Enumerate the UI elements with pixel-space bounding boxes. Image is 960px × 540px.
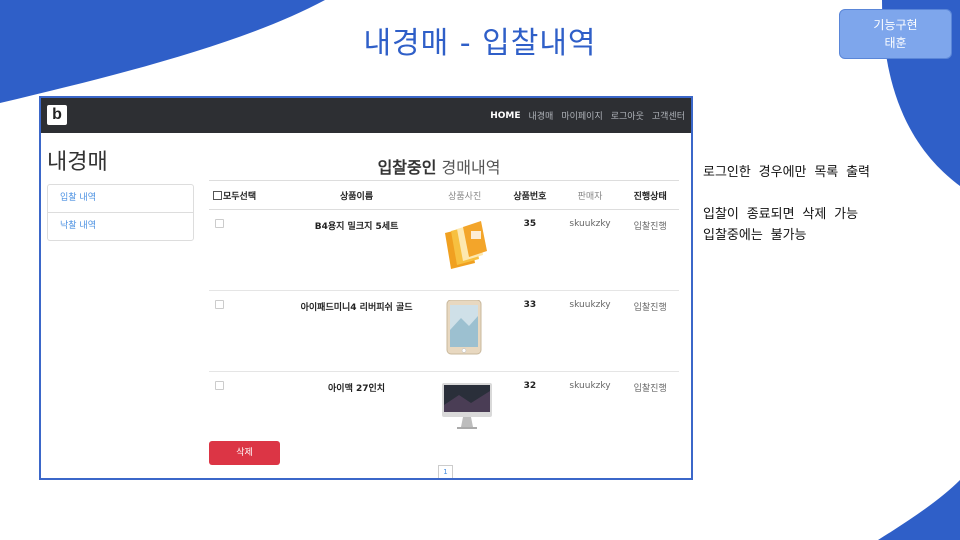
app-screenshot: b HOME 내경매 마이페이지 로그아웃 고객센터 내경매 입찰 내역 낙찰 … <box>39 96 693 480</box>
sidebar-item-won[interactable]: 낙찰 내역 <box>48 213 193 240</box>
table-row: B4용지 밀크지 5세트 35 skuukzky 입찰진행 <box>209 209 679 291</box>
brand-logo[interactable]: b <box>47 105 67 125</box>
status: 입찰진행 <box>621 209 679 291</box>
seller: skuukzky <box>558 209 622 291</box>
col-seller: 판매자 <box>558 180 622 210</box>
note-gap <box>703 183 943 204</box>
nav-customer-center[interactable]: 고객센터 <box>652 109 685 122</box>
ipad-image <box>441 299 489 355</box>
paper-ream-image <box>441 219 489 269</box>
status: 입찰진행 <box>633 384 667 394</box>
col-status: 진행상태 <box>621 180 679 210</box>
nav-my-auction[interactable]: 내경매 <box>529 109 554 122</box>
slide-title: 내경매 - 입찰내역 <box>363 26 597 61</box>
nav-links: HOME 내경매 마이페이지 로그아웃 고객센터 <box>490 98 685 133</box>
row-checkbox[interactable] <box>215 219 224 228</box>
row-checkbox[interactable] <box>215 381 224 390</box>
badge-line-2: 태훈 <box>884 36 907 50</box>
nav-logout[interactable]: 로그아웃 <box>611 109 644 122</box>
navbar: b HOME 내경매 마이페이지 로그아웃 고객센터 <box>41 98 691 133</box>
note-line: 입찰중에는 불가능 <box>703 228 807 243</box>
corner-decoration-bottom-right <box>878 480 960 540</box>
product-name[interactable]: 아이패드미니4 리버피쉬 골드 <box>284 290 429 372</box>
note-line: 입찰이 종료되면 삭제 가능 <box>703 207 859 222</box>
status: 입찰진행 <box>621 290 679 372</box>
page-title: 내경매 <box>47 150 108 175</box>
row-checkbox[interactable] <box>215 300 224 309</box>
nav-home[interactable]: HOME <box>490 111 520 121</box>
heading-strong: 입찰중인 <box>377 158 437 177</box>
badge-line-1: 기능구현 <box>873 18 918 32</box>
heading-light: 경매내역 <box>441 158 501 177</box>
table-row: 아이맥 27인치 32 skuukzky 입찰진행 <box>209 372 679 453</box>
imac-image <box>441 381 492 431</box>
notes: 로그인한 경우에만 목록 출력 입찰이 종료되면 삭제 가능 입찰중에는 불가능 <box>703 162 943 246</box>
seller: skuukzky <box>558 290 622 372</box>
nav-mypage[interactable]: 마이페이지 <box>561 109 602 122</box>
section-heading: 입찰중인 경매내역 <box>209 154 669 178</box>
product-name[interactable]: 아이맥 27인치 <box>285 372 429 453</box>
product-number: 35 <box>501 209 559 291</box>
table-row: 아이패드미니4 리버피쉬 골드 33 skuukzky 입찰진행 <box>209 290 679 372</box>
sidebar: 입찰 내역 낙찰 내역 <box>47 184 194 241</box>
col-select-all[interactable]: 모두선택 <box>209 180 285 210</box>
product-name[interactable]: B4용지 밀크지 5세트 <box>284 209 429 291</box>
delete-button[interactable]: 삭제 <box>209 441 280 465</box>
sidebar-item-bids[interactable]: 입찰 내역 <box>48 185 193 213</box>
pagination-page[interactable]: 1 <box>438 465 453 478</box>
bid-table: 모두선택 상품이름 상품사진 상품번호 판매자 진행상태 B4용지 밀크지 5세… <box>209 180 679 452</box>
note-line: 로그인한 경우에만 목록 출력 <box>703 165 871 180</box>
table-header-row: 모두선택 상품이름 상품사진 상품번호 판매자 진행상태 <box>209 180 679 210</box>
product-number: 32 <box>523 381 537 391</box>
author-badge: 기능구현 태훈 <box>839 9 952 59</box>
seller: skuukzky <box>569 381 611 391</box>
col-product-number: 상품번호 <box>501 180 559 210</box>
select-all-checkbox[interactable] <box>213 190 222 200</box>
product-number: 33 <box>501 290 559 372</box>
col-product-photo: 상품사진 <box>428 180 502 210</box>
col-product-name: 상품이름 <box>284 180 429 210</box>
